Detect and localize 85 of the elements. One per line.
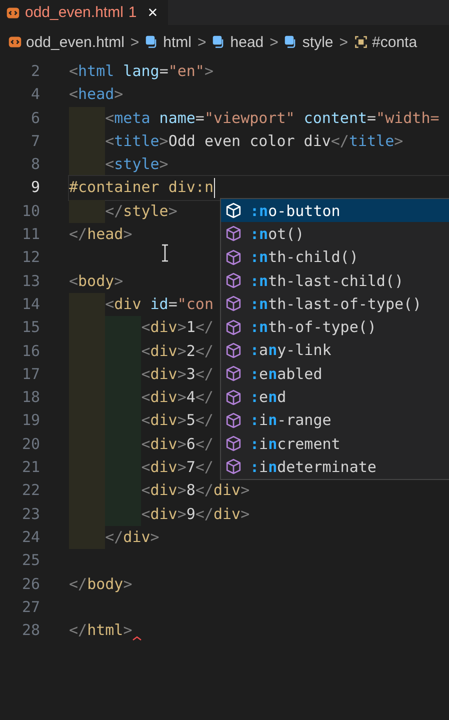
line-number: 20 xyxy=(20,434,40,455)
code-line: <style> xyxy=(105,154,168,176)
line-number: 11 xyxy=(20,224,40,246)
line-number: 24 xyxy=(20,526,40,548)
code-line: <div>9</div> xyxy=(141,504,250,525)
breadcrumb-separator: > xyxy=(270,34,278,50)
suggestion-item[interactable]: :nth-last-child() xyxy=(221,268,449,292)
text-cursor-icon xyxy=(161,244,169,262)
suggestion-item[interactable]: :indeterminate xyxy=(221,455,449,479)
code-line: <div>3</ xyxy=(141,364,214,385)
breadcrumb-item[interactable]: odd_even.html xyxy=(26,34,124,50)
line-number: 12 xyxy=(20,247,40,268)
line-number: 18 xyxy=(20,387,40,408)
line-number: 4 xyxy=(30,84,40,106)
line-number: 14 xyxy=(20,294,40,315)
suggestion-item[interactable]: :in-range xyxy=(221,408,449,432)
code-line: </head> xyxy=(69,224,132,246)
code-line: <div>1</ xyxy=(141,317,214,338)
line-number: 10 xyxy=(20,200,40,222)
code-line: <div>2</ xyxy=(141,340,214,362)
cube-icon xyxy=(225,272,242,290)
code-line: <title>Odd even color div</title> xyxy=(105,130,404,152)
code-line: <body> xyxy=(69,270,124,292)
line-number: 28 xyxy=(20,620,40,642)
line-number: 19 xyxy=(20,410,40,432)
line-number: 16 xyxy=(20,340,40,362)
breadcrumb-separator: > xyxy=(198,34,206,50)
code-line: <div id="con xyxy=(105,294,214,315)
editor-tab[interactable]: odd_even.html 1 × xyxy=(0,0,168,25)
line-number: 25 xyxy=(20,550,40,572)
suggestion-item[interactable]: :enabled xyxy=(221,362,449,386)
line-number: 27 xyxy=(20,596,40,618)
cube-icon xyxy=(225,248,242,266)
code-line: <div>8</div> xyxy=(141,480,250,502)
line-number: 23 xyxy=(20,504,40,525)
line-number: 13 xyxy=(20,270,40,292)
line-number: 8 xyxy=(30,154,40,176)
suggestion-item[interactable]: :nth-last-of-type() xyxy=(221,292,449,316)
code-line: <meta name="viewport" content="width= xyxy=(105,108,440,129)
line-number: 26 xyxy=(20,574,40,595)
code-line: <div>5</ xyxy=(141,410,214,432)
line-number: 17 xyxy=(20,364,40,385)
html-file-icon xyxy=(8,35,22,49)
line-number: 6 xyxy=(30,108,40,129)
cube-icon xyxy=(225,412,242,429)
code-line: #container div:n xyxy=(69,177,214,198)
cube-icon xyxy=(225,458,242,476)
html-file-icon xyxy=(6,6,20,20)
code-line: </style> xyxy=(105,200,178,222)
breadcrumb-item[interactable]: style xyxy=(302,34,334,50)
cube-icon xyxy=(225,202,242,220)
cube-icon xyxy=(225,365,242,382)
cube-icon xyxy=(225,295,242,312)
breadcrumb-item[interactable]: head xyxy=(230,34,264,50)
breadcrumb-item[interactable]: html xyxy=(163,34,192,50)
suggestion-item[interactable]: :nth-of-type() xyxy=(221,315,449,339)
code-line: <div>7</ xyxy=(141,457,214,478)
line-number: 22 xyxy=(20,480,40,502)
selector-icon xyxy=(354,35,368,49)
code-line: </body> xyxy=(69,574,132,595)
breadcrumb-separator: > xyxy=(130,34,140,50)
line-number: 21 xyxy=(20,457,40,478)
cube-icon xyxy=(225,342,242,359)
line-number: 9 xyxy=(30,177,40,198)
suggestion-item[interactable]: :nth-child() xyxy=(221,246,449,269)
cube-icon xyxy=(225,225,242,242)
line-number: 2 xyxy=(30,61,40,82)
cube-icon xyxy=(225,318,242,336)
code-line: <div>6</ xyxy=(141,434,214,455)
breadcrumb-item[interactable]: #conta xyxy=(372,34,418,50)
code-line: </html> xyxy=(69,620,132,642)
code-line: <html lang="en"> xyxy=(69,61,214,82)
cube-icon xyxy=(225,435,242,452)
breadcrumb-separator: > xyxy=(339,34,348,50)
suggestion-item[interactable]: :not() xyxy=(221,222,449,246)
code-line: <div>4</ xyxy=(141,387,214,408)
cube-icon xyxy=(225,388,242,406)
code-line: </div> xyxy=(105,526,160,548)
suggestion-item[interactable]: :any-link xyxy=(221,338,449,362)
line-number: 7 xyxy=(30,130,40,152)
line-number: 15 xyxy=(20,317,40,338)
suggestion-item[interactable]: :no-button xyxy=(221,199,449,222)
suggestion-item[interactable]: :end xyxy=(221,385,449,409)
suggestion-item[interactable]: :increment xyxy=(221,432,449,456)
code-line: <head> xyxy=(69,84,124,106)
